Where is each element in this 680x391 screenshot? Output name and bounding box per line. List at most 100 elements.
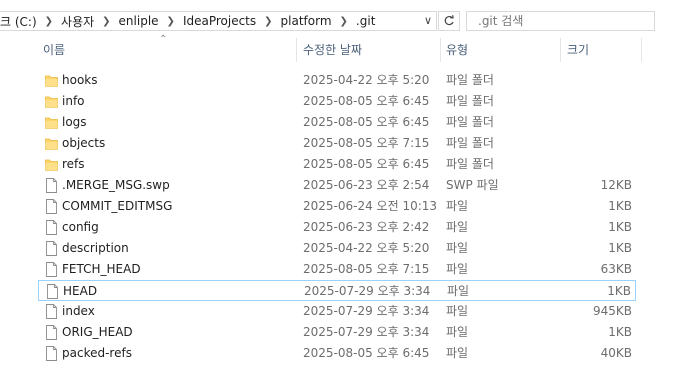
- file-type: 파일: [446, 199, 469, 213]
- file-type: 파일: [446, 262, 469, 276]
- file-name: info: [62, 94, 85, 108]
- file-type: 파일: [446, 325, 469, 339]
- file-date: 2025-08-05 오후 6:45: [303, 157, 430, 171]
- table-row[interactable]: COMMIT_EDITMSG 2025-06-24 오전 10:13 파일 1KB: [38, 196, 636, 217]
- file-date: 2025-04-22 오후 5:20: [303, 241, 430, 255]
- table-row[interactable]: HEAD 2025-07-29 오후 3:34 파일 1KB: [38, 280, 636, 301]
- breadcrumb-users[interactable]: 사용자: [61, 13, 94, 30]
- chevron-right-icon[interactable]: ❯: [264, 16, 272, 27]
- column-size[interactable]: 크기: [562, 38, 640, 62]
- column-divider[interactable]: [296, 38, 297, 62]
- chevron-right-icon[interactable]: ❯: [45, 16, 53, 27]
- column-date[interactable]: 수정한 날짜: [298, 38, 438, 62]
- file-date: 2025-08-05 오후 7:15: [303, 136, 430, 150]
- breadcrumb-enliple[interactable]: enliple: [119, 14, 159, 28]
- breadcrumb-ideaprojects[interactable]: IdeaProjects: [183, 14, 256, 28]
- refresh-button[interactable]: [438, 11, 460, 31]
- file-date: 2025-08-05 오후 6:45: [303, 115, 430, 129]
- folder-icon: [45, 117, 58, 129]
- file-name: description: [62, 241, 129, 255]
- file-type: 파일: [446, 241, 469, 255]
- file-name: hooks: [62, 73, 98, 87]
- chevron-down-icon[interactable]: ∨: [424, 14, 432, 27]
- file-size: 1KB: [607, 284, 631, 298]
- table-row[interactable]: .MERGE_MSG.swp 2025-06-23 오후 2:54 SWP 파일 12…: [38, 175, 636, 196]
- table-row[interactable]: refs 2025-08-05 오후 6:45 파일 폴더: [38, 154, 636, 175]
- file-type: 파일 폴더: [446, 136, 494, 150]
- file-size: 40KB: [600, 346, 632, 360]
- chevron-right-icon[interactable]: ❯: [340, 16, 348, 27]
- file-type: 파일: [446, 304, 469, 318]
- table-row[interactable]: logs 2025-08-05 오후 6:45 파일 폴더: [38, 112, 636, 133]
- file-type: 파일: [447, 284, 470, 298]
- file-name: HEAD: [63, 284, 98, 298]
- table-row[interactable]: objects 2025-08-05 오후 7:15 파일 폴더: [38, 133, 636, 154]
- search-input[interactable]: [467, 14, 654, 28]
- file-size: 1KB: [608, 220, 632, 234]
- file-size: 63KB: [600, 262, 632, 276]
- file-name: ORIG_HEAD: [62, 325, 133, 339]
- chevron-right-icon[interactable]: ❯: [102, 16, 110, 27]
- file-icon: [46, 241, 57, 256]
- file-icon: [46, 304, 57, 319]
- file-name: FETCH_HEAD: [62, 262, 141, 276]
- column-divider[interactable]: [560, 38, 561, 62]
- file-name: config: [62, 220, 99, 234]
- folder-icon: [45, 138, 58, 150]
- file-name: COMMIT_EDITMSG: [62, 199, 173, 213]
- table-row[interactable]: description 2025-04-22 오후 5:20 파일 1KB: [38, 238, 636, 259]
- file-icon: [46, 220, 57, 235]
- column-type-label: 유형: [446, 43, 469, 57]
- file-date: 2025-08-05 오후 6:45: [303, 346, 430, 360]
- file-name: index: [62, 304, 95, 318]
- file-date: 2025-08-05 오후 7:15: [303, 262, 430, 276]
- file-type: 파일 폴더: [446, 157, 494, 171]
- table-row[interactable]: info 2025-08-05 오후 6:45 파일 폴더: [38, 91, 636, 112]
- column-divider[interactable]: [641, 38, 642, 62]
- file-name: .MERGE_MSG.swp: [62, 178, 170, 192]
- file-date: 2025-06-24 오전 10:13: [303, 199, 438, 213]
- breadcrumb-drive[interactable]: 크 (C:): [0, 13, 37, 30]
- folder-icon: [45, 159, 58, 171]
- file-date: 2025-04-22 오후 5:20: [303, 73, 430, 87]
- table-row[interactable]: config 2025-06-23 오후 2:42 파일 1KB: [38, 217, 636, 238]
- file-icon: [46, 325, 57, 340]
- file-size: 1KB: [608, 241, 632, 255]
- breadcrumb-platform[interactable]: platform: [281, 14, 332, 28]
- file-name: refs: [62, 157, 85, 171]
- folder-icon: [45, 96, 58, 108]
- table-row[interactable]: packed-refs 2025-08-05 오후 6:45 파일 40KB: [38, 343, 636, 364]
- file-icon: [46, 262, 57, 277]
- chevron-right-icon[interactable]: ❯: [167, 16, 175, 27]
- address-bar[interactable]: 크 (C:) ❯ 사용자 ❯ enliple ❯ IdeaProjects ❯ …: [0, 11, 437, 31]
- table-row[interactable]: hooks 2025-04-22 오후 5:20 파일 폴더: [38, 70, 636, 91]
- file-size: 1KB: [608, 325, 632, 339]
- file-date: 2025-06-23 오후 2:42: [303, 220, 430, 234]
- file-name: logs: [62, 115, 87, 129]
- file-icon: [47, 284, 58, 299]
- table-row[interactable]: ORIG_HEAD 2025-07-29 오후 3:34 파일 1KB: [38, 322, 636, 343]
- file-date: 2025-08-05 오후 6:45: [303, 94, 430, 108]
- folder-icon: [45, 75, 58, 87]
- file-size: 945KB: [592, 304, 632, 318]
- search-box[interactable]: [466, 11, 655, 31]
- column-date-label: 수정한 날짜: [303, 43, 363, 57]
- file-type: 파일: [446, 346, 469, 360]
- column-name[interactable]: 이름: [38, 38, 293, 62]
- column-type[interactable]: 유형: [441, 38, 559, 62]
- file-name: packed-refs: [62, 346, 132, 360]
- file-icon: [46, 178, 57, 193]
- file-type: 파일 폴더: [446, 115, 494, 129]
- file-date: 2025-07-29 오후 3:34: [303, 325, 430, 339]
- file-date: 2025-06-23 오후 2:54: [303, 178, 430, 192]
- file-size: 12KB: [600, 178, 632, 192]
- breadcrumb-git[interactable]: .git: [356, 14, 375, 28]
- file-type: 파일: [446, 220, 469, 234]
- table-row[interactable]: FETCH_HEAD 2025-08-05 오후 7:15 파일 63KB: [38, 259, 636, 280]
- search-divider: [654, 14, 655, 28]
- table-row[interactable]: index 2025-07-29 오후 3:34 파일 945KB: [38, 301, 636, 322]
- column-name-label: 이름: [43, 43, 66, 57]
- file-type: SWP 파일: [446, 178, 499, 192]
- file-name: objects: [62, 136, 106, 150]
- file-icon: [46, 199, 57, 214]
